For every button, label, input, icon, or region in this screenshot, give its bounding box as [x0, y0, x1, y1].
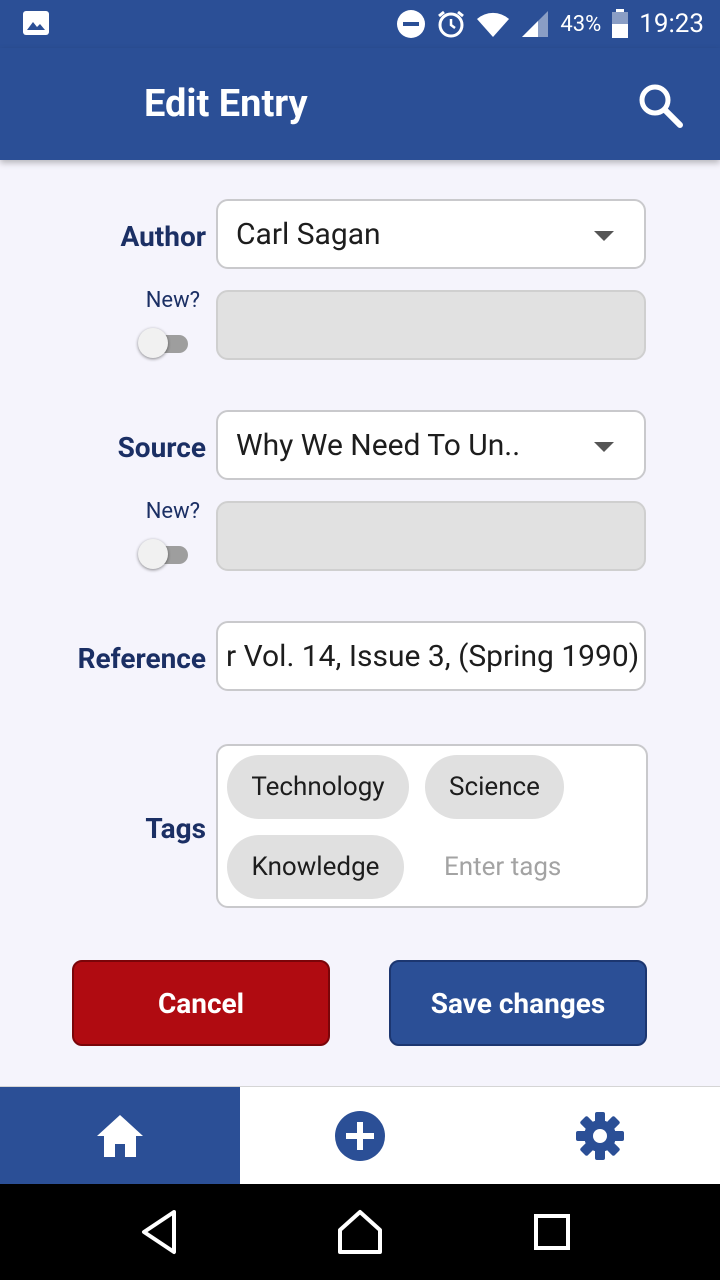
nav-add[interactable]: [240, 1087, 480, 1185]
author-value: Carl Sagan: [236, 216, 381, 252]
home-system-icon[interactable]: [334, 1206, 386, 1258]
tags-input-box[interactable]: Technology Science Knowledge Enter tags: [216, 744, 648, 908]
back-icon[interactable]: [134, 1206, 186, 1258]
reference-input[interactable]: r Vol. 14, Issue 3, (Spring 1990): [216, 621, 646, 691]
wifi-icon: [477, 12, 510, 37]
app-bar: Edit Entry: [0, 48, 720, 160]
new-source-label: New?: [145, 499, 200, 524]
bottom-navigation: [0, 1086, 720, 1185]
new-author-input[interactable]: [216, 290, 646, 360]
chevron-down-icon: [594, 231, 614, 241]
signal-icon: [522, 11, 549, 37]
status-bar: 43% 19:23: [0, 0, 720, 48]
source-label: Source: [117, 431, 206, 464]
nav-settings[interactable]: [480, 1087, 720, 1185]
alarm-icon: [438, 10, 465, 38]
toggle-knob: [138, 328, 168, 358]
image-icon: [23, 11, 49, 35]
system-navigation-bar: [0, 1184, 720, 1280]
tags-placeholder[interactable]: Enter tags: [444, 852, 561, 882]
battery-percent: 43%: [560, 11, 602, 37]
source-dropdown[interactable]: Why We Need To Un..: [216, 410, 646, 480]
tag-chip-science[interactable]: Science: [425, 755, 564, 819]
new-source-toggle[interactable]: [138, 537, 190, 571]
new-author-toggle[interactable]: [138, 326, 190, 360]
recents-icon[interactable]: [526, 1206, 578, 1258]
do-not-disturb-icon: [397, 10, 426, 38]
page-title: Edit Entry: [144, 82, 308, 126]
toggle-knob: [138, 539, 168, 569]
reference-label: Reference: [77, 642, 206, 675]
new-source-input[interactable]: [216, 501, 646, 571]
tags-label: Tags: [145, 812, 206, 845]
clock: 19:23: [639, 9, 704, 39]
cancel-button[interactable]: Cancel: [72, 960, 330, 1046]
add-circle-icon: [335, 1111, 385, 1161]
battery-icon: [612, 9, 629, 38]
tag-chip-technology[interactable]: Technology: [227, 755, 409, 819]
nav-home[interactable]: [0, 1087, 240, 1185]
save-changes-button[interactable]: Save changes: [389, 960, 647, 1046]
chevron-down-icon: [594, 442, 614, 452]
tag-chip-knowledge[interactable]: Knowledge: [227, 835, 404, 899]
author-label: Author: [120, 220, 206, 253]
author-dropdown[interactable]: Carl Sagan: [216, 199, 646, 269]
new-author-label: New?: [145, 288, 200, 313]
reference-value: r Vol. 14, Issue 3, (Spring 1990): [226, 638, 640, 674]
home-icon: [97, 1115, 143, 1157]
source-value: Why We Need To Un..: [236, 427, 521, 463]
settings-gear-icon: [576, 1112, 624, 1160]
search-icon[interactable]: [636, 81, 684, 129]
